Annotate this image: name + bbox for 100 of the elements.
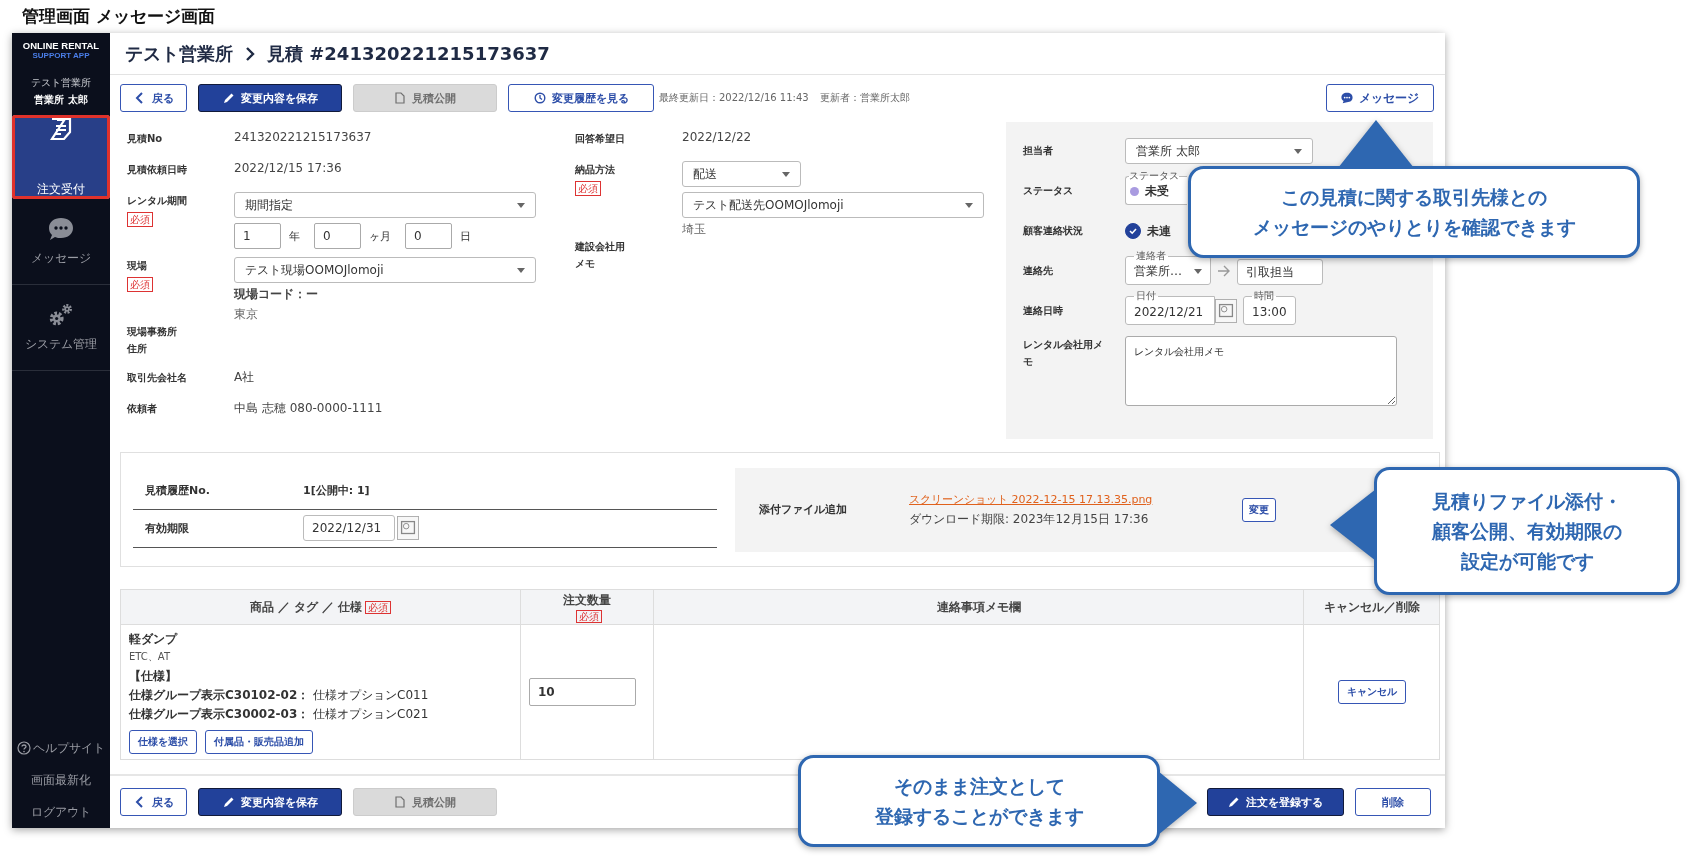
destination-select[interactable]: テスト配送先OOMOJlomoji [682, 192, 984, 218]
contact-person-select[interactable]: 連絡者 営業所… [1125, 251, 1211, 285]
caret-icon [517, 267, 525, 273]
chevron-left-icon [133, 92, 146, 104]
row-action-button[interactable]: 仕様を選択 [129, 730, 197, 754]
field-value: 2022/12/15 17:36 [234, 161, 342, 175]
pencil-icon [1228, 796, 1240, 808]
cancel-button[interactable]: キャンセル [1337, 680, 1406, 704]
caret-icon [965, 202, 973, 208]
contact-checkbox[interactable] [1125, 223, 1141, 239]
spec-line: 仕様グループ表示C30002-03： 仕様オプションC021 [129, 706, 430, 723]
brand-subtitle: SUPPORT APP [32, 51, 90, 60]
contact-status-value: 未連 [1147, 222, 1171, 240]
caret-icon [1194, 269, 1202, 274]
column-header: キャンセル／削除 [1303, 589, 1440, 625]
sidebar-link[interactable]: ログアウト [12, 796, 110, 828]
field-value: 中島 志穂 080-0000-1111 [234, 400, 383, 417]
required-badge: 必須 [127, 212, 153, 227]
document-icon [394, 796, 406, 808]
months-input[interactable]: 0 [314, 223, 361, 249]
column-header: 注文数量 必須 [520, 589, 654, 625]
delete-button[interactable]: 削除 [1355, 788, 1431, 816]
field-label: 現場事務所 住所 [127, 325, 177, 356]
contact-target-field[interactable]: 引取担当 [1237, 259, 1323, 285]
save-button[interactable]: 変更内容を保存 [198, 84, 342, 112]
last-updated: 最終更新日：2022/12/16 11:43 [659, 91, 809, 105]
save-button[interactable]: 変更内容を保存 [198, 788, 342, 816]
field-label: ステータス [1023, 184, 1074, 198]
office-name: テスト営業所 [31, 76, 91, 90]
document-icon [394, 92, 406, 104]
status-select[interactable]: ステータス 未受 [1125, 171, 1187, 205]
field-value: 2022/12/22 [682, 130, 752, 144]
field-label: レンタル期間 [127, 194, 187, 208]
field-label: 回答希望日 [575, 132, 625, 146]
history-number: 1[公開中: 1] [303, 482, 370, 498]
spec-heading: 【仕様】 [129, 668, 178, 685]
assignee-select[interactable]: 営業所 太郎 [1125, 138, 1313, 164]
download-limit: ダウンロード期限: 2023年12月15日 17:36 [909, 510, 1150, 528]
sidebar-link[interactable]: 画面最新化 [12, 764, 110, 796]
field-label: 取引先会社名 [127, 371, 187, 385]
chevron-left-icon [133, 796, 146, 808]
calendar-icon[interactable] [397, 516, 419, 540]
page-title: 管理画面 メッセージ画面 [21, 5, 216, 28]
change-button[interactable]: 変更 [1242, 497, 1276, 522]
site-area: 東京 [234, 306, 258, 323]
clipboard-icon [48, 116, 74, 142]
field-label: 建設会社用 メモ [575, 240, 625, 271]
callout-text: そのまま注文として 登録することができます [874, 774, 1084, 829]
expiry-date-field[interactable]: 2022/12/31 [303, 515, 395, 541]
field-label: 有効期限 [145, 520, 190, 536]
days-input[interactable]: 0 [405, 223, 452, 249]
field-value: A社 [234, 369, 255, 386]
chevron-right-icon [245, 46, 255, 61]
row-action-button[interactable]: 付属品・販売品追加 [205, 730, 313, 754]
time-field[interactable]: 時間 13:00 [1243, 291, 1296, 325]
callout-text: この見積に関する取引先様との メッセージのやりとりを確認できます [1252, 185, 1576, 240]
delivery-method-select[interactable]: 配送 [682, 161, 801, 187]
field-label: 添付ファイル追加 [759, 502, 848, 517]
memo-textarea[interactable]: レンタル会社用メモ [1125, 336, 1397, 406]
brand-name: ONLINE RENTAL [22, 40, 100, 51]
chat-icon [1341, 92, 1353, 104]
spec-line: 仕様グループ表示C30102-02： 仕様オプションC011 [129, 687, 430, 704]
pencil-icon [222, 92, 235, 104]
callout-text: 見積りファイル添付・ 顧客公開、有効期限の 設定が可能です [1432, 489, 1622, 574]
back-button[interactable]: 戻る [120, 788, 187, 816]
date-field[interactable]: 日付 2022/12/21 [1125, 291, 1215, 325]
check-icon [1128, 226, 1138, 236]
arrow-right-icon [1217, 265, 1231, 277]
site-select[interactable]: テスト現場OOMOJlomoji [234, 257, 536, 283]
column-header: 連絡事項メモ欄 [653, 589, 1304, 625]
field-label: 見積No [127, 132, 163, 146]
years-input[interactable]: 1 [234, 223, 281, 249]
chat-icon [48, 216, 74, 242]
required-badge: 必須 [575, 181, 601, 196]
product-tags: ETC、AT [129, 650, 512, 664]
calendar-icon[interactable] [1215, 299, 1237, 323]
register-order-button[interactable]: 注文を登録する [1207, 788, 1344, 816]
history-icon [533, 92, 546, 104]
history-button[interactable]: 変更履歴を見る [508, 84, 654, 112]
breadcrumb-link[interactable]: テスト営業所 [125, 41, 233, 66]
quantity-input[interactable]: 10 [529, 678, 636, 706]
sidebar-item[interactable]: 注文受付 [12, 115, 110, 199]
message-button[interactable]: メッセージ [1326, 84, 1434, 112]
help-icon [17, 741, 31, 755]
field-label: 見積依頼日時 [127, 163, 187, 177]
field-label: 顧客連絡状況 [1023, 224, 1084, 238]
field-label: 連絡先 [1023, 264, 1054, 278]
caret-icon [782, 171, 790, 177]
field-label: 担当者 [1023, 144, 1054, 158]
required-badge: 必須 [127, 277, 153, 292]
column-header: 商品 ／ タグ ／ 仕様 必須 [120, 589, 521, 625]
caret-icon [517, 202, 525, 208]
destination-area: 埼玉 [682, 221, 706, 238]
caret-icon [1294, 148, 1302, 154]
back-button[interactable]: 戻る [120, 84, 187, 112]
sidebar-link[interactable]: ヘルプサイト [12, 732, 110, 764]
field-label: 連絡日時 [1023, 304, 1064, 318]
pencil-icon [222, 796, 235, 808]
period-select[interactable]: 期間指定 [234, 192, 536, 218]
product-name: 軽ダンプ [129, 631, 179, 648]
